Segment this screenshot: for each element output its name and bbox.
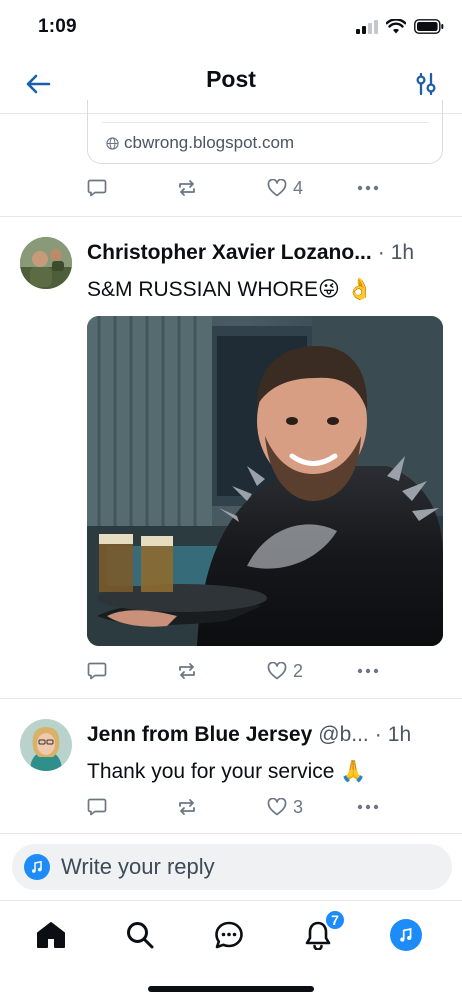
like-button[interactable]: 2: [267, 661, 303, 682]
reply-button[interactable]: [87, 662, 107, 680]
globe-icon: [106, 136, 119, 150]
post-divider: [0, 833, 462, 834]
repost-icon: [179, 180, 195, 196]
thread-settings-button[interactable]: [410, 68, 442, 100]
tab-profile[interactable]: [388, 917, 424, 953]
separator: ·: [377, 241, 385, 264]
repost-button[interactable]: [177, 798, 197, 816]
tab-home[interactable]: [33, 917, 69, 953]
author-handle[interactable]: @b...: [318, 723, 369, 747]
link-card-domain: cbwrong.blogspot.com: [106, 133, 294, 153]
reply-button[interactable]: [87, 798, 107, 816]
chat-icon: [215, 921, 243, 949]
link-domain-text: cbwrong.blogspot.com: [124, 133, 295, 152]
reply-icon: [87, 798, 107, 816]
more-icon: [357, 804, 379, 810]
status-bar: 1:09: [0, 0, 462, 54]
status-time: 1:09: [38, 16, 77, 37]
like-count: 2: [293, 660, 304, 681]
more-icon: [357, 185, 379, 191]
heart-icon: [267, 662, 287, 680]
heart-icon: [267, 179, 287, 197]
tab-chat[interactable]: [211, 917, 247, 953]
post-header: Jenn from Blue Jersey @b... · 1h: [87, 723, 447, 747]
post-text: S&M RUSSIAN WHORE😜 👌: [87, 277, 373, 302]
post-emojis: 🙏: [340, 759, 367, 783]
tab-bar: 7: [0, 900, 462, 1000]
home-icon: [37, 922, 65, 948]
like-button[interactable]: 3: [267, 797, 303, 818]
post-actions: 2: [87, 658, 387, 684]
post-time: 1h: [390, 241, 415, 264]
tab-search[interactable]: [122, 917, 158, 953]
tab-notifications[interactable]: 7: [300, 909, 346, 953]
post-actions: 3: [87, 794, 387, 820]
more-options-button[interactable]: [357, 804, 379, 810]
reply-icon: [87, 662, 107, 680]
post-emojis: 😜 👌: [318, 277, 373, 301]
post-divider: [0, 216, 462, 217]
post-actions: 4: [87, 175, 387, 201]
composer-avatar: [24, 854, 50, 880]
post-time: 1h: [387, 723, 412, 746]
post-image[interactable]: [87, 316, 443, 646]
reply-placeholder: Write your reply: [61, 854, 215, 879]
repost-icon: [179, 663, 195, 679]
notifications-badge: 7: [324, 909, 346, 931]
like-count: 4: [293, 177, 304, 198]
avatar[interactable]: [20, 237, 72, 289]
heart-icon: [267, 798, 287, 816]
post-text-body: S&M RUSSIAN WHORE: [87, 278, 319, 301]
sliders-icon: [416, 72, 436, 96]
like-button[interactable]: 4: [267, 178, 303, 199]
repost-button[interactable]: [177, 179, 197, 197]
home-indicator: [148, 986, 314, 992]
like-count: 3: [293, 796, 304, 817]
repost-button[interactable]: [177, 662, 197, 680]
signal-icon: [356, 19, 378, 34]
battery-icon: [414, 19, 444, 34]
more-options-button[interactable]: [357, 668, 379, 674]
repost-icon: [179, 799, 195, 815]
post-header: Christopher Xavier Lozano... · 1h: [87, 241, 447, 265]
more-icon: [357, 668, 379, 674]
music-note-icon: [400, 928, 412, 942]
post-divider: [0, 698, 462, 699]
link-card-divider: [102, 122, 428, 123]
music-note-icon: [32, 860, 42, 873]
search-icon: [127, 922, 154, 949]
author-name[interactable]: Jenn from Blue Jersey: [87, 723, 312, 747]
separator: ·: [374, 723, 382, 746]
author-name[interactable]: Christopher Xavier Lozano...: [87, 241, 372, 265]
page-title: Post: [206, 66, 256, 92]
reply-button[interactable]: [87, 179, 107, 197]
reply-icon: [87, 179, 107, 197]
post-text: Thank you for your service 🙏: [87, 759, 366, 784]
avatar[interactable]: [20, 719, 72, 771]
link-preview-card[interactable]: cbwrong.blogspot.com: [87, 100, 443, 164]
post-text-body: Thank you for your service: [87, 760, 335, 783]
wifi-icon: [386, 19, 406, 34]
reply-composer[interactable]: Write your reply: [12, 844, 452, 890]
more-options-button[interactable]: [357, 185, 379, 191]
status-icons: [356, 19, 444, 34]
profile-avatar: [390, 919, 422, 951]
